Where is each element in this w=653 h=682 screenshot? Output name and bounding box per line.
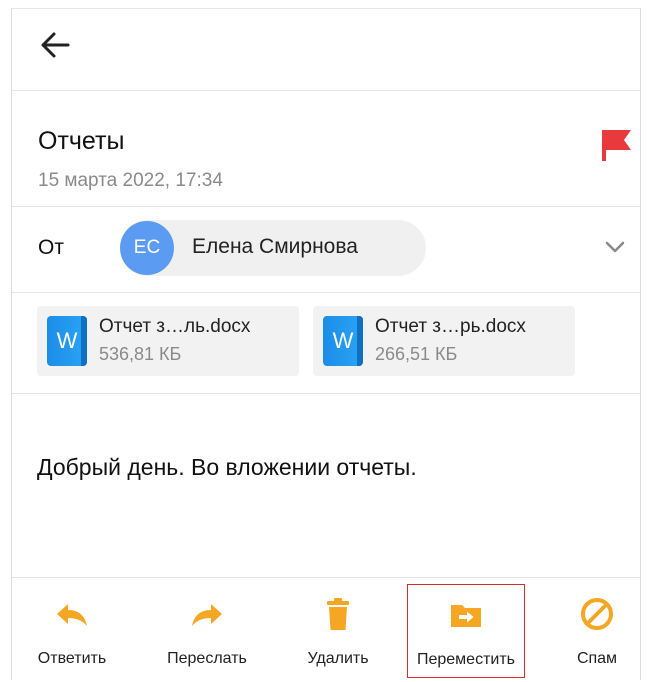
move-folder-icon (451, 605, 481, 627)
reply-label: Ответить (37, 650, 107, 667)
forward-icon (192, 604, 222, 626)
attachment-item[interactable]: W Отчет з…рь.docx 266,51 КБ (313, 306, 575, 376)
attachments: W Отчет з…ль.docx 536,81 КБ W Отчет з…рь… (12, 292, 640, 394)
delete-button[interactable]: Удалить (296, 578, 380, 682)
action-toolbar: Ответить Переслать Удалить Переместить С… (12, 577, 640, 682)
message-subject: Отчеты (38, 127, 125, 155)
spam-label: Спам (576, 650, 618, 667)
from-row: От ЕС Елена Смирнова (12, 206, 640, 293)
flag-icon[interactable] (598, 128, 634, 162)
chevron-down-icon[interactable] (602, 234, 628, 260)
top-bar (12, 9, 640, 91)
attachment-size: 266,51 КБ (375, 344, 458, 364)
attachment-item[interactable]: W Отчет з…ль.docx 536,81 КБ (37, 306, 299, 376)
forward-button[interactable]: Переслать (155, 578, 259, 682)
back-arrow-icon (41, 32, 70, 58)
trash-icon (327, 598, 349, 630)
move-button[interactable]: Переместить (407, 584, 525, 678)
forward-label: Переслать (167, 650, 247, 667)
move-label: Переместить (416, 651, 516, 668)
message-body: Добрый день. Во вложении отчеты. (37, 454, 417, 480)
subject-header: Отчеты 15 марта 2022, 17:34 (12, 91, 640, 207)
attachment-name: Отчет з…ль.docx (99, 316, 251, 337)
reply-icon (57, 604, 87, 626)
avatar: ЕС (120, 221, 174, 275)
sender-chip[interactable]: ЕС Елена Смирнова (120, 220, 426, 276)
email-view: Отчеты 15 марта 2022, 17:34 От ЕС Елена … (11, 8, 641, 680)
sender-name: Елена Смирнова (192, 235, 358, 258)
word-doc-icon: W (323, 316, 363, 366)
delete-label: Удалить (307, 650, 369, 667)
spam-icon (581, 598, 613, 630)
message-date: 15 марта 2022, 17:34 (38, 170, 223, 191)
from-label: От (38, 236, 64, 259)
attachment-size: 536,81 КБ (99, 344, 182, 364)
reply-button[interactable]: Ответить (26, 578, 118, 682)
attachment-name: Отчет з…рь.docx (375, 316, 526, 337)
spam-button[interactable]: Спам (562, 578, 632, 682)
word-doc-icon: W (47, 316, 87, 366)
back-button[interactable] (34, 25, 78, 65)
